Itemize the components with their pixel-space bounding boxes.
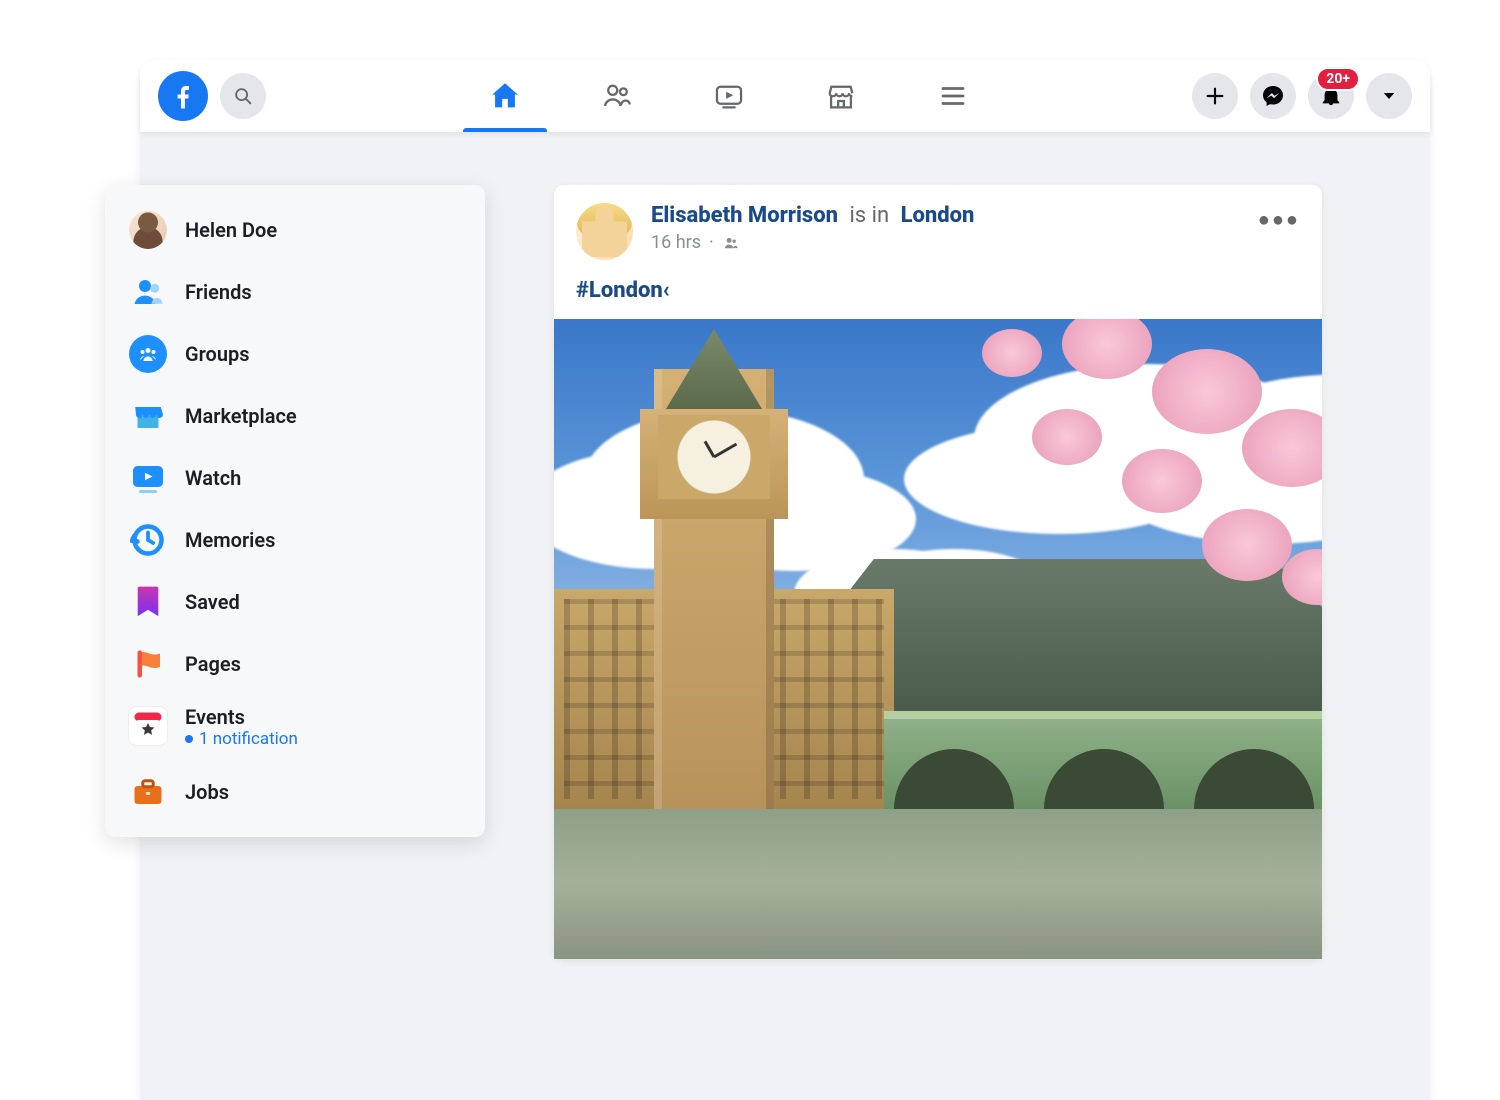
create-button[interactable] (1192, 73, 1238, 119)
home-icon (488, 79, 522, 113)
chevron-left-icon: ‹ (663, 278, 670, 303)
f-logo-icon (168, 81, 198, 111)
header-right: 20+ (1192, 73, 1412, 119)
sidebar-item-events[interactable]: Events 1 notification (121, 695, 469, 761)
plus-icon (1204, 85, 1226, 107)
river-illustration (554, 809, 1322, 959)
messenger-button[interactable] (1250, 73, 1296, 119)
notification-badge: 20+ (1316, 67, 1360, 91)
jobs-icon (129, 773, 167, 811)
sidebar-item-label: Events (185, 705, 298, 729)
post-author-link[interactable]: Elisabeth Morrison (651, 203, 838, 228)
audience-friends-icon (722, 234, 740, 252)
sidebar-item-jobs[interactable]: Jobs (121, 761, 469, 823)
sidebar-item-memories[interactable]: Memories (121, 509, 469, 571)
sidebar-item-profile[interactable]: Helen Doe (121, 199, 469, 261)
post-meta-sep: · (709, 232, 714, 253)
facebook-logo[interactable] (158, 71, 208, 121)
tab-home[interactable] (449, 60, 561, 132)
cloud-illustration (974, 364, 1322, 514)
post-header: Elisabeth Morrison is in London 16 hrs ·… (554, 185, 1322, 268)
marketplace-icon (129, 397, 167, 435)
sidebar-item-label: Saved (185, 590, 240, 614)
sidebar-item-notification: 1 notification (185, 729, 298, 749)
sidebar-item-groups[interactable]: Groups (121, 323, 469, 385)
tab-friends[interactable] (561, 60, 673, 132)
post-author-avatar[interactable] (576, 203, 633, 260)
events-icon (129, 707, 167, 745)
watch-tv-icon (712, 79, 746, 113)
post-options-button[interactable]: ●●● (1258, 207, 1300, 232)
sidebar-item-pages[interactable]: Pages (121, 633, 469, 695)
search-button[interactable] (220, 73, 266, 119)
messenger-icon (1261, 84, 1285, 108)
watch-icon (129, 459, 167, 497)
sidebar-item-marketplace[interactable]: Marketplace (121, 385, 469, 447)
post-verb: is in (849, 203, 889, 228)
groups-icon (129, 335, 167, 373)
saved-icon (129, 583, 167, 621)
pages-icon (129, 645, 167, 683)
sidebar-item-saved[interactable]: Saved (121, 571, 469, 633)
sidebar-item-label: Watch (185, 466, 241, 490)
sidebar-item-friends[interactable]: Friends (121, 261, 469, 323)
sidebar-item-label: Memories (185, 528, 275, 552)
storefront-icon (824, 79, 858, 113)
tab-marketplace[interactable] (785, 60, 897, 132)
top-header: 20+ (140, 60, 1430, 132)
sidebar-item-label: Jobs (185, 780, 229, 804)
post-meta: 16 hrs · (651, 232, 974, 253)
building-illustration (824, 559, 1322, 719)
sidebar-item-label: Marketplace (185, 404, 297, 428)
post-place-link[interactable]: London (901, 203, 975, 228)
account-menu-button[interactable] (1366, 73, 1412, 119)
notifications-button[interactable]: 20+ (1308, 73, 1354, 119)
ellipsis-icon: ●●● (1258, 207, 1300, 231)
friends-icon (129, 273, 167, 311)
left-sidebar: Helen Doe Friends Groups Marketplace Wat… (105, 185, 485, 837)
sidebar-item-label: Friends (185, 280, 252, 304)
people-icon (600, 79, 634, 113)
sidebar-item-label: Pages (185, 652, 241, 676)
sidebar-item-label: Helen Doe (185, 218, 277, 242)
post-hashtag[interactable]: #London‹ (576, 278, 670, 303)
bigben-clock-illustration (658, 415, 770, 499)
feed-post: Elisabeth Morrison is in London 16 hrs ·… (554, 185, 1322, 959)
tab-menu[interactable] (897, 60, 1009, 132)
post-body: #London‹ (554, 268, 1322, 319)
caret-down-icon (1380, 87, 1398, 105)
profile-avatar-icon (129, 211, 167, 249)
sidebar-item-label: Groups (185, 342, 250, 366)
hamburger-icon (938, 81, 968, 111)
memories-icon (129, 521, 167, 559)
post-time: 16 hrs (651, 232, 701, 253)
post-title: Elisabeth Morrison is in London (651, 203, 974, 228)
sidebar-item-watch[interactable]: Watch (121, 447, 469, 509)
tab-watch[interactable] (673, 60, 785, 132)
post-image[interactable] (554, 319, 1322, 959)
nav-center (266, 60, 1192, 132)
search-icon (232, 85, 254, 107)
